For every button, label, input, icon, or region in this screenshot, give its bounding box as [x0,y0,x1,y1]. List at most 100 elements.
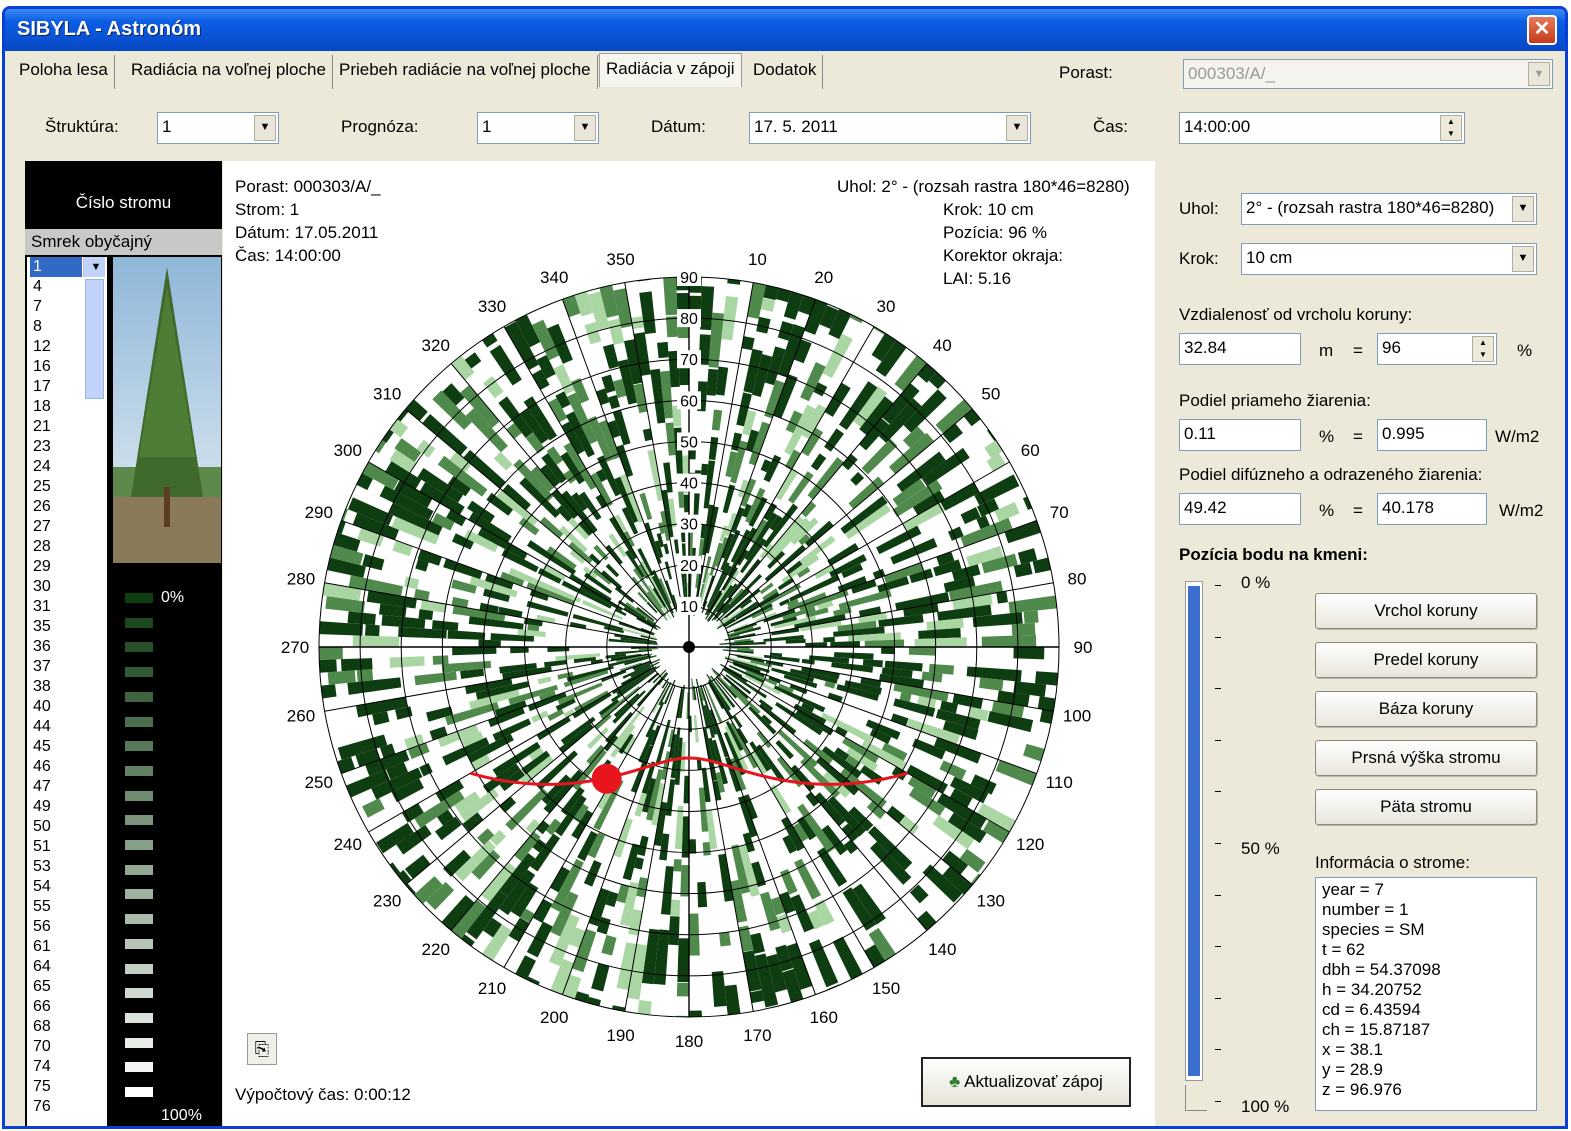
tree-number-item[interactable]: 24 [30,457,107,477]
canopy-cell [701,463,709,476]
elevation-label: 40 [680,476,698,493]
tree-number-item[interactable]: 28 [30,537,107,557]
chevron-down-icon[interactable]: ▼ [1512,196,1534,222]
prognoza-select[interactable]: 1 ▼ [477,112,599,144]
canopy-cell [337,756,356,774]
krok-select[interactable]: 10 cm ▼ [1241,243,1537,275]
pata-stromu-button[interactable]: Päta stromu [1315,789,1537,825]
tree-number-item[interactable]: 36 [30,637,107,657]
tree-number-item[interactable]: 49 [30,797,107,817]
vzdialenost-m-input[interactable]: 32.84 [1179,333,1301,365]
tree-number-item[interactable]: 25 [30,477,107,497]
position-slider-track[interactable] [1185,581,1203,1081]
azimuth-label: 60 [1021,441,1040,460]
tree-number-item[interactable]: 31 [30,597,107,617]
chevron-down-icon[interactable]: ▼ [254,115,276,141]
slider-thumb[interactable] [1185,1085,1207,1111]
canopy-cell [365,624,380,637]
tree-number-item[interactable]: 61 [30,937,107,957]
tree-number-item[interactable]: 74 [30,1057,107,1077]
tree-number-item[interactable]: 55 [30,897,107,917]
canopy-cell [356,669,374,682]
elevation-label: 70 [680,352,698,369]
tree-number-item[interactable]: 66 [30,997,107,1017]
chevron-down-icon[interactable]: ▼ [1006,115,1028,141]
tree-number-item[interactable]: 29 [30,557,107,577]
canopy-cell [908,647,936,656]
tree-number-item[interactable]: 65 [30,977,107,997]
vzdialenost-pct-spinner[interactable]: 96 ▲ ▼ [1377,333,1497,365]
tree-number-item[interactable]: 40 [30,697,107,717]
tree-number-item[interactable]: 37 [30,657,107,677]
tree-number-item[interactable]: 54 [30,877,107,897]
list-scrollbar[interactable]: ▲ ▼ [83,257,105,399]
priame-w-input[interactable]: 0.995 [1377,419,1487,451]
chevron-down-icon[interactable]: ▼ [1512,246,1534,272]
legend-swatch [125,667,153,678]
scroll-thumb[interactable] [85,279,104,399]
export-icon[interactable]: ⎘ [247,1033,277,1065]
prsna-vyska-button[interactable]: Prsná výška stromu [1315,740,1537,776]
tree-number-item[interactable]: 30 [30,577,107,597]
tree-number-item[interactable]: 26 [30,497,107,517]
chevron-down-icon[interactable]: ▼ [1528,62,1550,86]
canopy-cell [663,462,673,493]
tree-number-item[interactable]: 68 [30,1017,107,1037]
porast-select[interactable]: 000303/A/_ ▼ [1183,59,1553,89]
slider-tick [1215,739,1221,741]
update-canopy-button[interactable]: ♣ Aktualizovať zápoj [921,1057,1131,1107]
cas-spinner[interactable]: 14:00:00 ▲ ▼ [1179,112,1465,144]
scroll-down-icon[interactable]: ▼ [84,257,105,277]
tree-number-item[interactable]: 76 [30,1097,107,1117]
tree-number-item[interactable]: 21 [30,417,107,437]
chevron-down-icon[interactable]: ▼ [574,115,596,141]
tree-number-item[interactable]: 23 [30,437,107,457]
tree-number-item[interactable]: 46 [30,757,107,777]
pozicia-label: Pozícia bodu na kmeni: [1179,545,1368,564]
canopy-cell [389,419,409,438]
tree-number-item[interactable]: 1 [30,257,82,277]
canopy-cell [447,630,486,640]
tree-number-item[interactable]: 38 [30,677,107,697]
spin-arrows-icon[interactable]: ▲ ▼ [1440,115,1462,141]
tree-info-memo[interactable]: year = 7 number = 1 species = SM t = 62 dbh … [1315,877,1537,1111]
tree-number-item[interactable]: 35 [30,617,107,637]
tree-number-item[interactable]: 44 [30,717,107,737]
close-icon[interactable]: ✕ [1527,15,1557,45]
uhol-select[interactable]: 2° - (rozsah rastra 180*46=8280) ▼ [1241,193,1537,225]
tab-poloha-lesa[interactable]: Poloha lesa [13,55,115,89]
tab-radiacia-volna-plocha[interactable]: Radiácia na voľnej ploche [125,55,333,89]
tree-number-item[interactable]: 56 [30,917,107,937]
tree-number-item[interactable]: 27 [30,517,107,537]
tree-number-item[interactable]: 70 [30,1037,107,1057]
canopy-cell [482,376,504,399]
tree-number-item[interactable]: 45 [30,737,107,757]
tree-number-list[interactable]: 1 4 7 8 12 16 17 18 21 23 24 25 26 27 28 29 30 31 35 36 37 38… [27,257,107,1126]
difuzne-pct-input[interactable]: 49.42 [1179,493,1301,525]
canopy-cell [808,939,839,988]
priame-pct-input[interactable]: 0.11 [1179,419,1301,451]
canopy-cell [431,620,459,631]
tab-dodatok[interactable]: Dodatok [747,55,824,89]
spin-arrows-icon[interactable]: ▲ ▼ [1472,336,1494,362]
datum-picker[interactable]: 17. 5. 2011 ▼ [749,112,1031,144]
tab-radiacia-v-zapoji[interactable]: Radiácia v zápoji [599,53,742,87]
tree-number-item[interactable]: 18 [30,397,107,417]
difuzne-w-input[interactable]: 40.178 [1377,493,1487,525]
tree-number-item[interactable]: 47 [30,777,107,797]
azimuth-label: 330 [478,297,506,316]
canopy-cell [981,634,1037,647]
azimuth-label: 350 [606,250,634,269]
tree-number-item[interactable]: 75 [30,1077,107,1097]
tree-number-item[interactable]: 53 [30,857,107,877]
legend-swatch [125,765,153,776]
baza-koruny-button[interactable]: Báza koruny [1315,691,1537,727]
predel-koruny-button[interactable]: Predel koruny [1315,642,1537,678]
tab-priebeh-radiacie[interactable]: Priebeh radiácie na voľnej ploche [333,55,598,89]
vrchol-koruny-button[interactable]: Vrchol koruny [1315,593,1537,629]
tree-number-item[interactable]: 50 [30,817,107,837]
struktura-select[interactable]: 1 ▼ [157,112,279,144]
struktura-value: 1 [162,117,172,136]
tree-number-item[interactable]: 64 [30,957,107,977]
tree-number-item[interactable]: 51 [30,837,107,857]
